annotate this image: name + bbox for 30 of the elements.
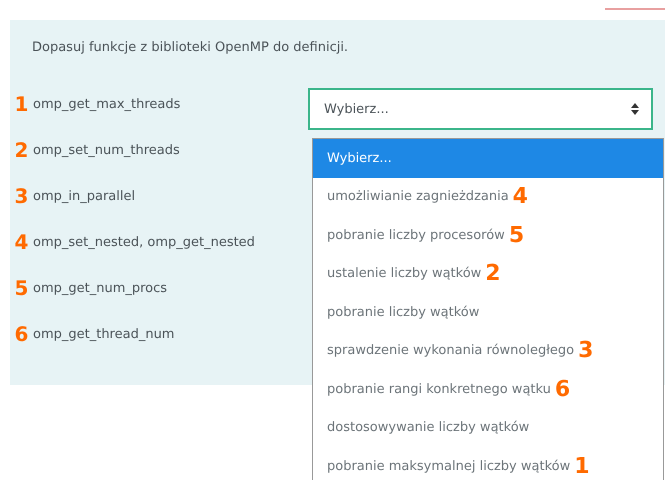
handwritten-number: 6: [14, 322, 30, 346]
function-name: omp_get_num_procs: [33, 280, 168, 296]
handwritten-number: 4: [14, 230, 30, 254]
dropdown-option[interactable]: pobranie liczby procesorów 5: [313, 216, 663, 254]
handwritten-number: 4: [512, 184, 528, 210]
function-name: omp_get_max_threads: [33, 96, 180, 112]
sort-caret-icon: [631, 103, 639, 115]
function-name: omp_set_nested, omp_get_nested: [33, 234, 255, 250]
handwritten-number: 2: [485, 261, 501, 286]
handwritten-number: 6: [554, 376, 570, 402]
handwritten-number: 1: [574, 454, 590, 479]
handwritten-number: 2: [14, 138, 30, 162]
dropdown-option[interactable]: pobranie maksymalnej liczby wątków 1: [313, 447, 663, 480]
handwritten-number: 3: [578, 338, 594, 364]
dropdown-option[interactable]: pobranie liczby wątków: [313, 293, 663, 332]
dropdown-option[interactable]: umożliwianie zagnieżdzania 4: [313, 178, 663, 216]
answer-select[interactable]: Wybierz...: [308, 88, 653, 130]
dropdown-option[interactable]: dostosowywanie liczby wątków: [313, 408, 663, 447]
dropdown-option[interactable]: Wybierz...: [313, 139, 663, 178]
handwritten-number: 5: [508, 222, 524, 248]
handwritten-number: 1: [14, 92, 30, 116]
question-text: Dopasuj funkcje z biblioteki OpenMP do definicji.: [31, 39, 350, 55]
dropdown-option[interactable]: sprawdzenie wykonania równoległego 3: [313, 332, 663, 370]
dropdown-option[interactable]: ustalenie liczby wątków 2: [313, 254, 663, 293]
handwritten-number: 3: [14, 184, 30, 208]
dropdown-option[interactable]: pobranie rangi konkretnego wątku 6: [313, 370, 663, 408]
function-name: omp_in_parallel: [33, 188, 136, 204]
handwritten-number: 5: [14, 276, 30, 300]
function-name: omp_get_thread_num: [33, 326, 174, 342]
function-name: omp_set_num_threads: [33, 142, 180, 158]
